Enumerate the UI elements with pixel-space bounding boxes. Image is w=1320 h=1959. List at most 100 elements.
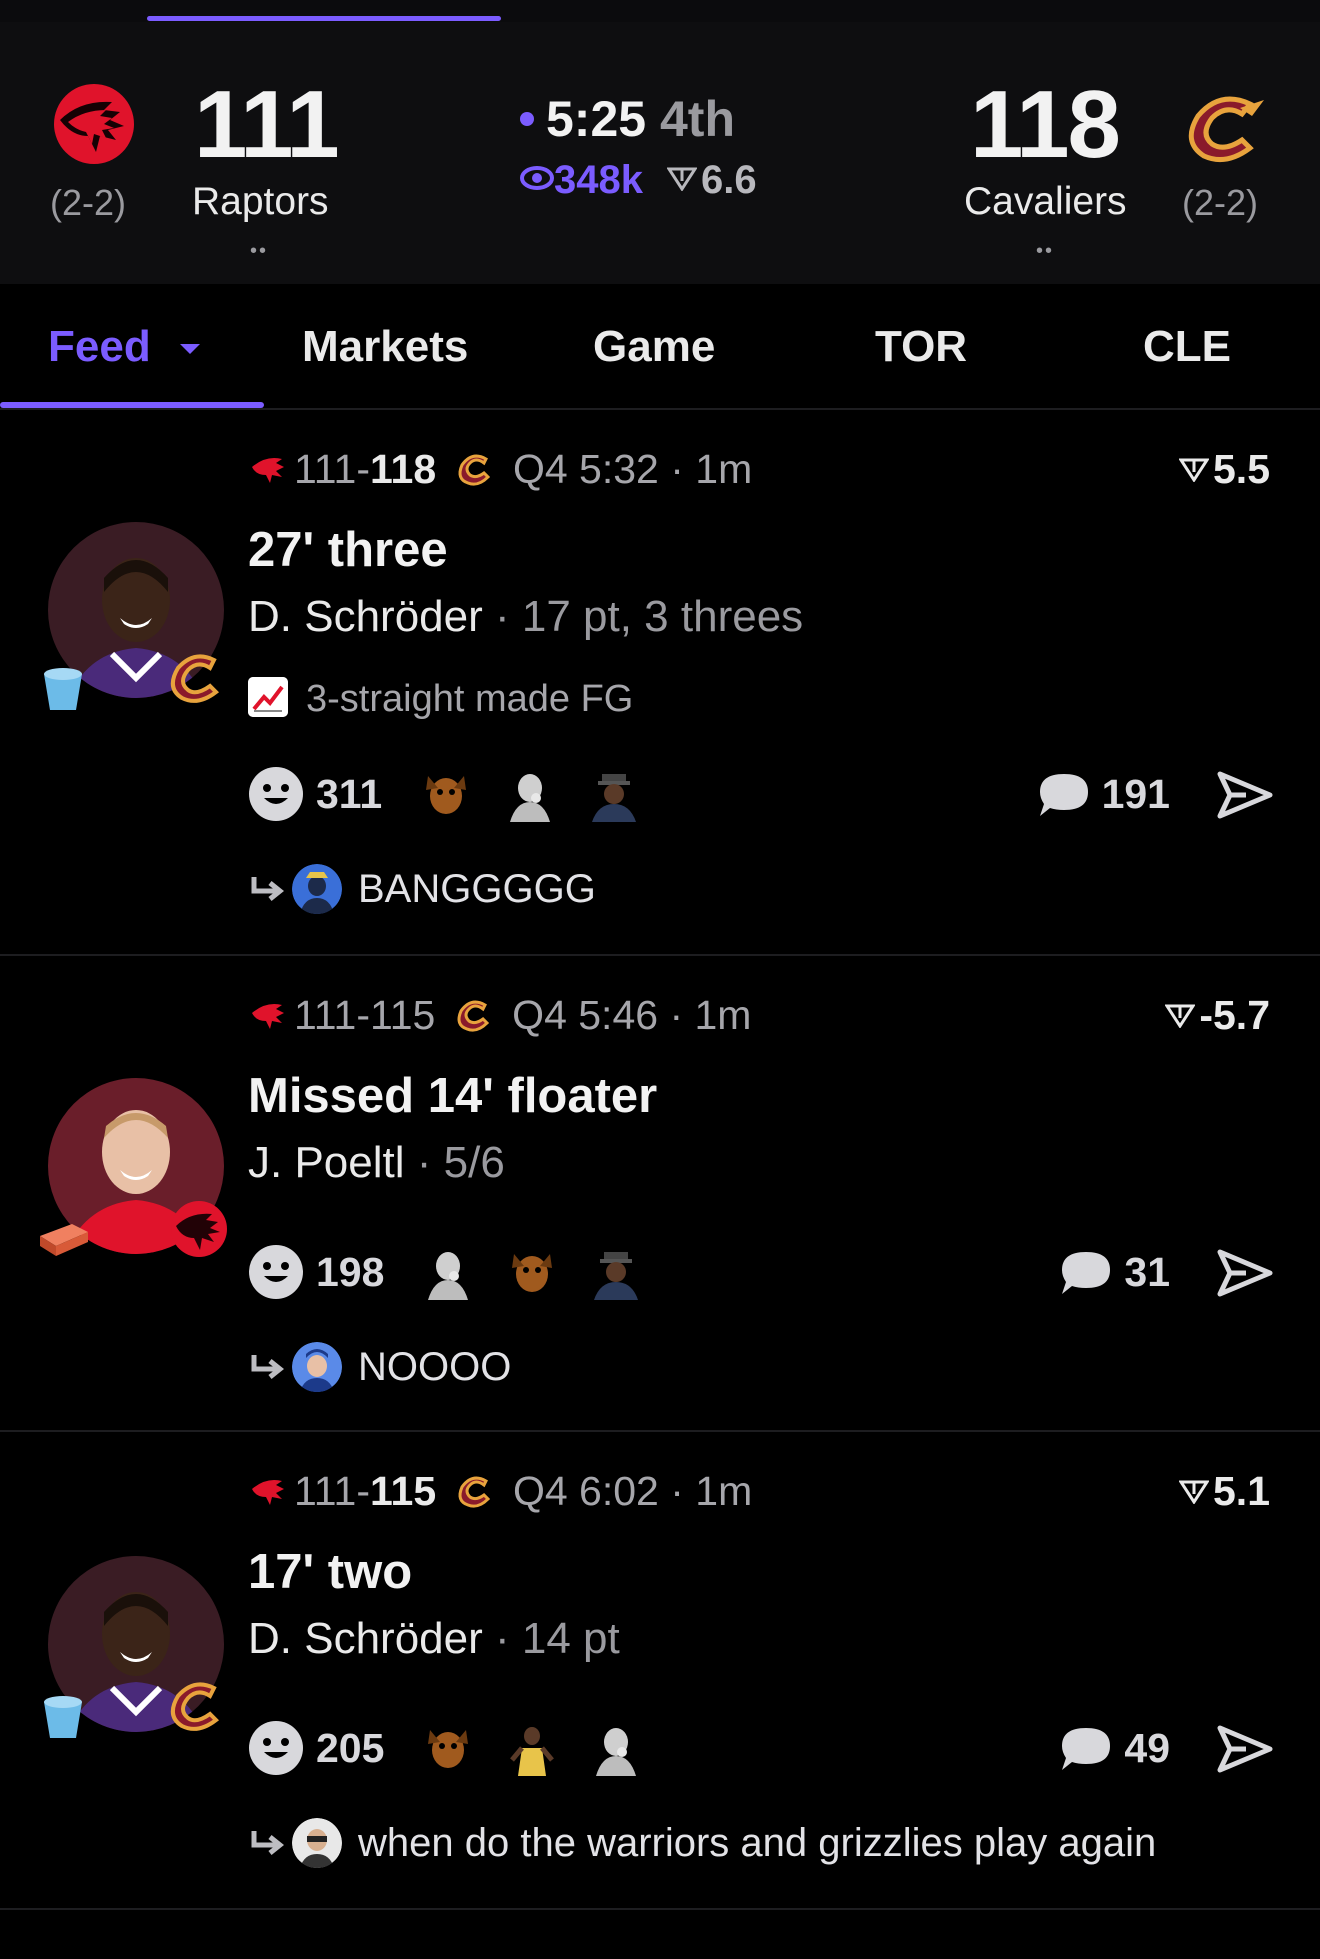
person-hat-emoji-icon[interactable] bbox=[586, 766, 642, 822]
top-tab-indicator bbox=[147, 16, 501, 21]
reaction-count: 311 bbox=[316, 770, 383, 817]
play-note: 3-straight made FG bbox=[248, 676, 634, 721]
play-score-home: 115 bbox=[369, 1468, 437, 1514]
tab-feed-label: Feed bbox=[48, 322, 151, 371]
home-team-name[interactable]: Cavaliers bbox=[964, 180, 1127, 224]
brick-icon bbox=[40, 1224, 88, 1256]
play-clock: Q4 5:32 · 1m bbox=[512, 446, 753, 492]
reply-text: BANGGGGG bbox=[358, 866, 596, 911]
tab-active-underline bbox=[0, 402, 264, 408]
tab-cle[interactable]: CLE bbox=[1143, 322, 1231, 372]
play-spread: -5.7 bbox=[1164, 992, 1270, 1039]
spread-number: 6.6 bbox=[700, 158, 757, 202]
player-name: J. Poeltl bbox=[248, 1138, 405, 1187]
reply-text: NOOOO bbox=[358, 1344, 512, 1389]
play-player[interactable]: D. Schröder · 17 pt, 3 threes bbox=[248, 592, 803, 642]
play-score-line: 111-118 Q4 5:32 · 1m bbox=[248, 446, 752, 493]
person-hat-emoji-icon[interactable] bbox=[588, 1244, 644, 1300]
cartoon-dog-emoji-icon[interactable] bbox=[418, 766, 474, 822]
comment-count: 31 bbox=[1124, 1248, 1170, 1295]
tab-tor[interactable]: TOR bbox=[875, 322, 967, 372]
raptors-logo-icon[interactable] bbox=[50, 80, 138, 168]
share-icon[interactable] bbox=[1216, 1248, 1274, 1298]
raptors-mini-icon bbox=[252, 458, 284, 484]
game-clock: 5:25 4th bbox=[520, 90, 735, 148]
thinking-person-emoji-icon[interactable] bbox=[502, 766, 558, 822]
spread-icon bbox=[666, 167, 698, 193]
play-score-home: 118 bbox=[369, 446, 437, 492]
feed-item[interactable]: 111-115 Q4 6:02 · 1m 5.1 17' two D. Schr… bbox=[0, 1432, 1320, 1910]
reply-user-avatar bbox=[292, 1342, 342, 1392]
play-score-away: 111 bbox=[294, 446, 357, 492]
thinking-person-emoji-icon[interactable] bbox=[420, 1244, 476, 1300]
play-title: Missed 14' floater bbox=[248, 1069, 658, 1123]
player-stat: · 5/6 bbox=[404, 1138, 505, 1187]
tab-feed[interactable]: Feed bbox=[48, 322, 203, 372]
cavaliers-logo-icon[interactable] bbox=[1180, 86, 1272, 174]
nav-tabs: Feed Markets Game TOR CLE bbox=[0, 284, 1320, 410]
viewer-count: 348k bbox=[554, 158, 643, 202]
tab-game[interactable]: Game bbox=[593, 322, 715, 372]
smiley-react-icon[interactable] bbox=[248, 1720, 304, 1776]
top-reply[interactable]: when do the warriors and grizzlies play … bbox=[248, 1818, 1156, 1868]
clock-time: 5:25 bbox=[546, 91, 647, 147]
thinking-person-emoji-icon[interactable] bbox=[588, 1720, 644, 1776]
cavaliers-mini-icon bbox=[457, 1000, 489, 1032]
cavaliers-badge-icon bbox=[170, 1682, 220, 1731]
cavaliers-badge-icon bbox=[170, 654, 220, 703]
away-score: 111 bbox=[194, 71, 340, 178]
play-player[interactable]: D. Schröder · 14 pt bbox=[248, 1614, 620, 1664]
comments[interactable]: 31 bbox=[1058, 1244, 1170, 1300]
top-reply[interactable]: BANGGGGG bbox=[248, 864, 596, 914]
cavaliers-mini-icon bbox=[458, 454, 490, 486]
share-icon[interactable] bbox=[1216, 1724, 1274, 1774]
comment-icon bbox=[1062, 1252, 1111, 1294]
play-clock: Q4 6:02 · 1m bbox=[512, 1468, 753, 1514]
bucket-icon bbox=[44, 1696, 82, 1738]
eye-icon bbox=[520, 166, 554, 191]
cavaliers-mini-icon bbox=[458, 1476, 490, 1508]
comment-count: 49 bbox=[1124, 1724, 1170, 1771]
comments[interactable]: 191 bbox=[1036, 766, 1170, 822]
reply-arrow-icon bbox=[251, 1355, 284, 1379]
reply-arrow-icon bbox=[251, 877, 284, 901]
trend-chart-icon bbox=[248, 676, 288, 717]
player-name: D. Schröder bbox=[248, 1614, 483, 1663]
reply-user-avatar bbox=[292, 1818, 342, 1868]
scoreboard: 111 (2-2) Raptors •• 5:25 4th 348k 6.6 11… bbox=[0, 22, 1320, 286]
smiley-react-icon[interactable] bbox=[248, 766, 304, 822]
game-meta: 348k 6.6 bbox=[520, 158, 757, 203]
player-stat: · 14 pt bbox=[482, 1614, 620, 1663]
clock-period: 4th bbox=[659, 91, 735, 147]
top-tab-strip bbox=[0, 0, 1320, 22]
play-score-away: 111 bbox=[294, 992, 357, 1038]
play-note-text: 3-straight made FG bbox=[306, 678, 634, 720]
raptors-badge-icon bbox=[171, 1201, 227, 1257]
play-spread-value: -5.7 bbox=[1199, 992, 1270, 1038]
play-score-line: 111-115 Q4 6:02 · 1m bbox=[248, 1468, 752, 1515]
raptors-mini-icon bbox=[252, 1004, 284, 1030]
reaction-count: 205 bbox=[316, 1724, 385, 1771]
home-score: 118 bbox=[970, 71, 1121, 178]
play-score-home: 115 bbox=[369, 992, 436, 1038]
tab-markets[interactable]: Markets bbox=[302, 322, 468, 372]
away-team-name[interactable]: Raptors bbox=[192, 180, 329, 224]
feed-item[interactable]: 111-118 Q4 5:32 · 1m 5.5 27' three D. Sc… bbox=[0, 410, 1320, 956]
cartoon-dog-emoji-icon[interactable] bbox=[504, 1244, 560, 1300]
cartoon-dog-emoji-icon[interactable] bbox=[420, 1720, 476, 1776]
smiley-react-icon[interactable] bbox=[248, 1244, 304, 1300]
comments[interactable]: 49 bbox=[1058, 1720, 1170, 1776]
basketball-player-emoji-icon[interactable] bbox=[504, 1720, 560, 1776]
raptors-mini-icon bbox=[252, 1480, 284, 1506]
play-spread: 5.5 bbox=[1178, 446, 1270, 493]
play-clock: Q4 5:46 · 1m bbox=[512, 992, 752, 1038]
share-icon[interactable] bbox=[1216, 770, 1274, 820]
play-score-away: 111 bbox=[294, 1468, 357, 1514]
feed-item[interactable]: 111-115 Q4 5:46 · 1m -5.7 Missed 14' flo… bbox=[0, 956, 1320, 1432]
away-record: (2-2) bbox=[50, 182, 127, 223]
top-reply[interactable]: NOOOO bbox=[248, 1342, 511, 1392]
home-timeouts: •• bbox=[1036, 240, 1055, 262]
reply-user-avatar bbox=[292, 864, 342, 914]
spread-value: 6.6 bbox=[666, 158, 757, 202]
play-player[interactable]: J. Poeltl · 5/6 bbox=[248, 1138, 505, 1188]
